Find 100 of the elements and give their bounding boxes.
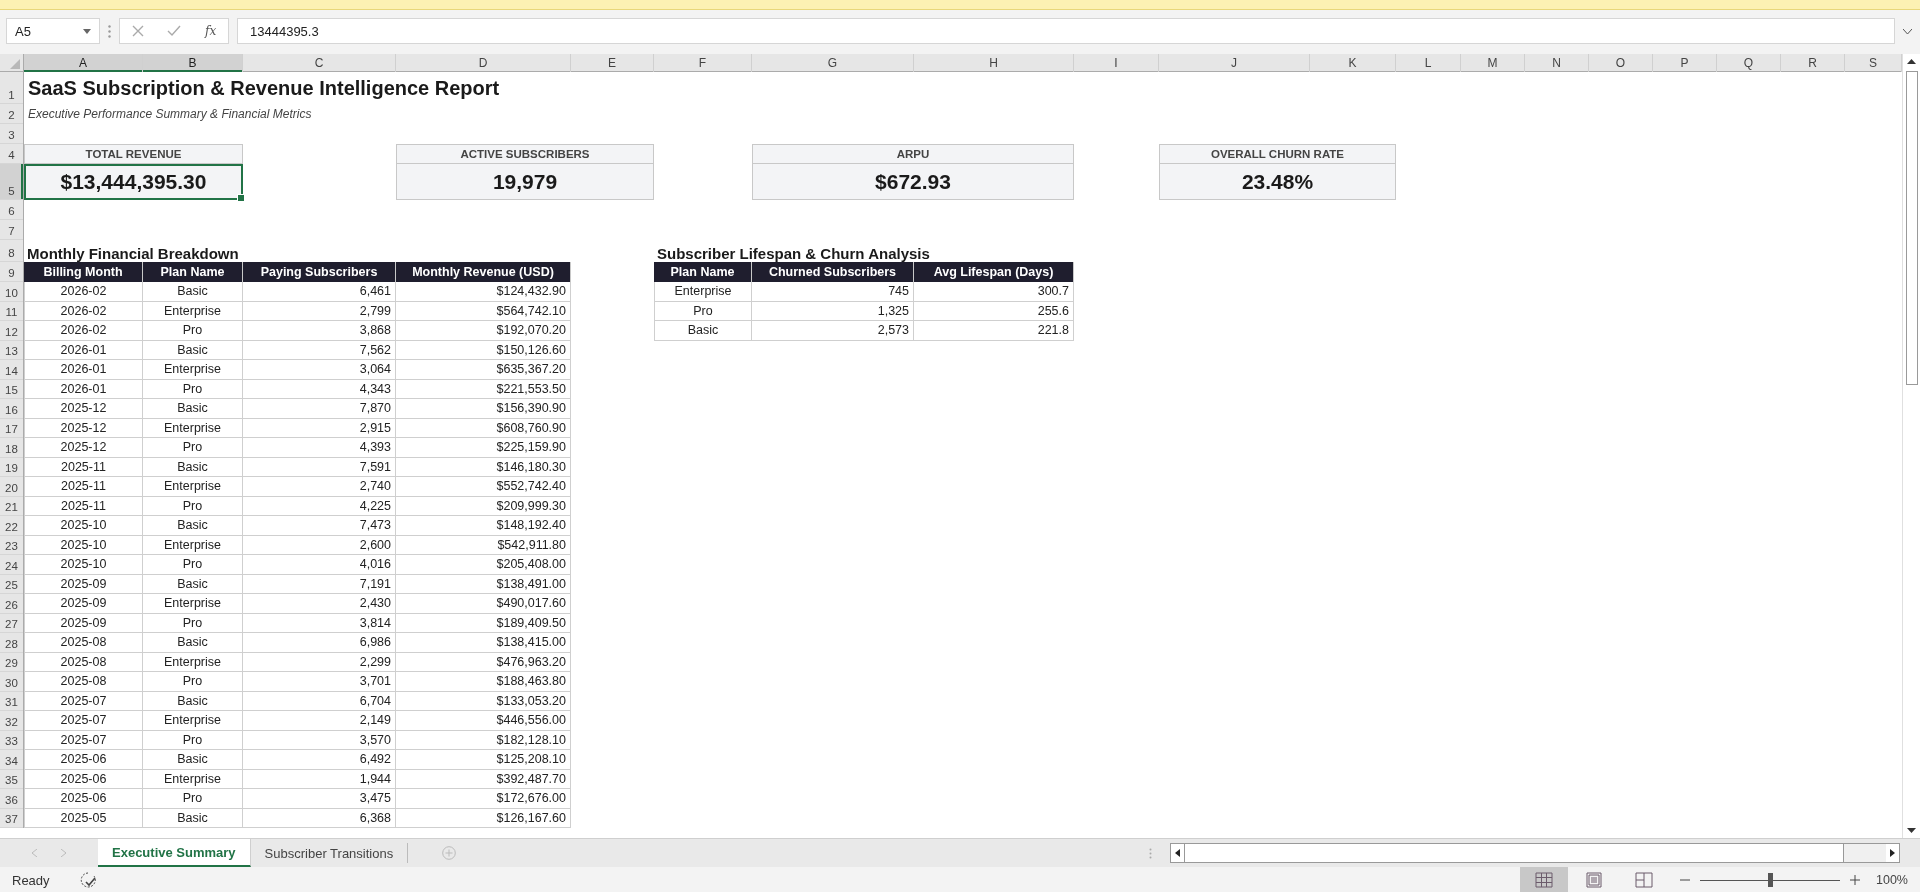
column-header[interactable]: E	[571, 54, 654, 72]
table-cell: 4,343	[243, 379, 396, 399]
column-header[interactable]: G	[752, 54, 914, 72]
kpi-label: ACTIVE SUBSCRIBERS	[396, 144, 654, 164]
row-header[interactable]: 23	[0, 535, 23, 555]
column-header[interactable]: Q	[1717, 54, 1781, 72]
kpi-value[interactable]: $13,444,395.30	[24, 164, 243, 200]
column-header[interactable]: M	[1461, 54, 1525, 72]
row-header[interactable]: 16	[0, 399, 23, 419]
table-cell: $156,390.90	[396, 399, 571, 419]
table-cell: $146,180.30	[396, 457, 571, 477]
row-header[interactable]: 26	[0, 594, 23, 614]
row-header[interactable]: 12	[0, 321, 23, 341]
row-header[interactable]: 33	[0, 730, 23, 750]
row-header[interactable]: 36	[0, 789, 23, 809]
status-text: Ready	[12, 872, 50, 888]
row-header[interactable]: 11	[0, 301, 23, 321]
column-header[interactable]: H	[914, 54, 1074, 72]
kpi-value[interactable]: 23.48%	[1159, 164, 1396, 200]
column-header[interactable]: R	[1781, 54, 1845, 72]
column-header[interactable]: I	[1074, 54, 1159, 72]
vertical-scrollbar[interactable]	[1902, 54, 1920, 838]
normal-view-button[interactable]	[1520, 867, 1568, 892]
table-cell: Basic	[143, 516, 243, 536]
column-header[interactable]: F	[654, 54, 752, 72]
table-cell: Basic	[143, 282, 243, 302]
accessibility-check-icon[interactable]	[79, 872, 98, 888]
row-header[interactable]: 24	[0, 555, 23, 575]
row-header[interactable]: 32	[0, 711, 23, 731]
row-header[interactable]: 13	[0, 340, 23, 360]
row-header[interactable]: 15	[0, 379, 23, 399]
row-header[interactable]: 14	[0, 360, 23, 380]
table-cell: 2,600	[243, 535, 396, 555]
kpi-value[interactable]: $672.93	[752, 164, 1074, 200]
row-header[interactable]: 31	[0, 691, 23, 711]
row-header[interactable]: 2	[0, 104, 23, 124]
row-header[interactable]: 17	[0, 418, 23, 438]
scroll-thumb[interactable]	[1905, 71, 1918, 385]
row-header[interactable]: 22	[0, 516, 23, 536]
column-header[interactable]: L	[1396, 54, 1461, 72]
scroll-right-icon[interactable]	[1890, 849, 1895, 857]
horizontal-scrollbar[interactable]	[1170, 843, 1900, 863]
row-header[interactable]: 30	[0, 672, 23, 692]
row-header[interactable]: 6	[0, 200, 23, 220]
row-header[interactable]: 5	[0, 164, 23, 200]
row-header[interactable]: 7	[0, 220, 23, 240]
formula-input[interactable]: 13444395.3	[237, 18, 1895, 44]
table-cell: Pro	[143, 321, 243, 341]
table-cell: $150,126.60	[396, 340, 571, 360]
row-header[interactable]: 34	[0, 750, 23, 770]
scroll-down-icon[interactable]	[1907, 828, 1916, 833]
row-header[interactable]: 9	[0, 262, 23, 282]
column-header[interactable]: B	[143, 54, 243, 72]
column-header[interactable]: O	[1589, 54, 1653, 72]
row-header[interactable]: 1	[0, 72, 23, 104]
row-header[interactable]: 25	[0, 574, 23, 594]
row-header[interactable]: 28	[0, 633, 23, 653]
row-header[interactable]: 20	[0, 477, 23, 497]
column-header[interactable]: P	[1653, 54, 1717, 72]
column-header[interactable]: N	[1525, 54, 1589, 72]
table-cell: 2025-12	[24, 418, 143, 438]
row-header[interactable]: 37	[0, 808, 23, 828]
previous-sheet-icon[interactable]	[32, 849, 37, 857]
row-header[interactable]: 29	[0, 652, 23, 672]
column-heading: Plan Name	[654, 262, 752, 282]
zoom-slider-thumb[interactable]	[1768, 873, 1773, 887]
table-cell: 255.6	[914, 301, 1074, 321]
kpi-value[interactable]: 19,979	[396, 164, 654, 200]
scroll-up-icon[interactable]	[1907, 59, 1916, 64]
column-header[interactable]: D	[396, 54, 571, 72]
table-cell: 7,473	[243, 516, 396, 536]
next-sheet-icon[interactable]	[61, 849, 66, 857]
row-header[interactable]: 35	[0, 769, 23, 789]
column-header[interactable]: C	[243, 54, 396, 72]
column-header[interactable]: J	[1159, 54, 1310, 72]
section-title: Monthly Financial Breakdown	[26, 245, 240, 262]
row-header[interactable]: 3	[0, 124, 23, 144]
table-cell: Pro	[654, 301, 752, 321]
insert-function-button[interactable]: fx	[205, 24, 217, 38]
row-header[interactable]: 10	[0, 282, 23, 302]
sheet-tab[interactable]: Executive Summary	[98, 839, 251, 867]
sheet-tab[interactable]: Subscriber Transitions	[250, 843, 409, 863]
row-header[interactable]: 19	[0, 457, 23, 477]
table-cell: Pro	[143, 613, 243, 633]
column-header[interactable]: K	[1310, 54, 1396, 72]
name-box[interactable]: A5	[6, 18, 100, 44]
row-header[interactable]: 21	[0, 496, 23, 516]
row-header[interactable]: 27	[0, 613, 23, 633]
check-icon[interactable]	[167, 25, 182, 37]
cancel-icon[interactable]	[131, 25, 144, 37]
zoom-level-text[interactable]: 100%	[1876, 873, 1908, 887]
scroll-left-icon[interactable]	[1175, 849, 1180, 857]
row-header[interactable]: 8	[0, 240, 23, 262]
row-header[interactable]: 18	[0, 438, 23, 458]
zoom-in-icon[interactable]	[1850, 875, 1860, 885]
table-cell: Basic	[143, 574, 243, 594]
expand-caret-icon[interactable]	[1903, 28, 1912, 34]
column-heading: Paying Subscribers	[243, 262, 396, 282]
column-header[interactable]: A	[24, 54, 143, 72]
add-sheet-icon[interactable]	[442, 846, 457, 860]
